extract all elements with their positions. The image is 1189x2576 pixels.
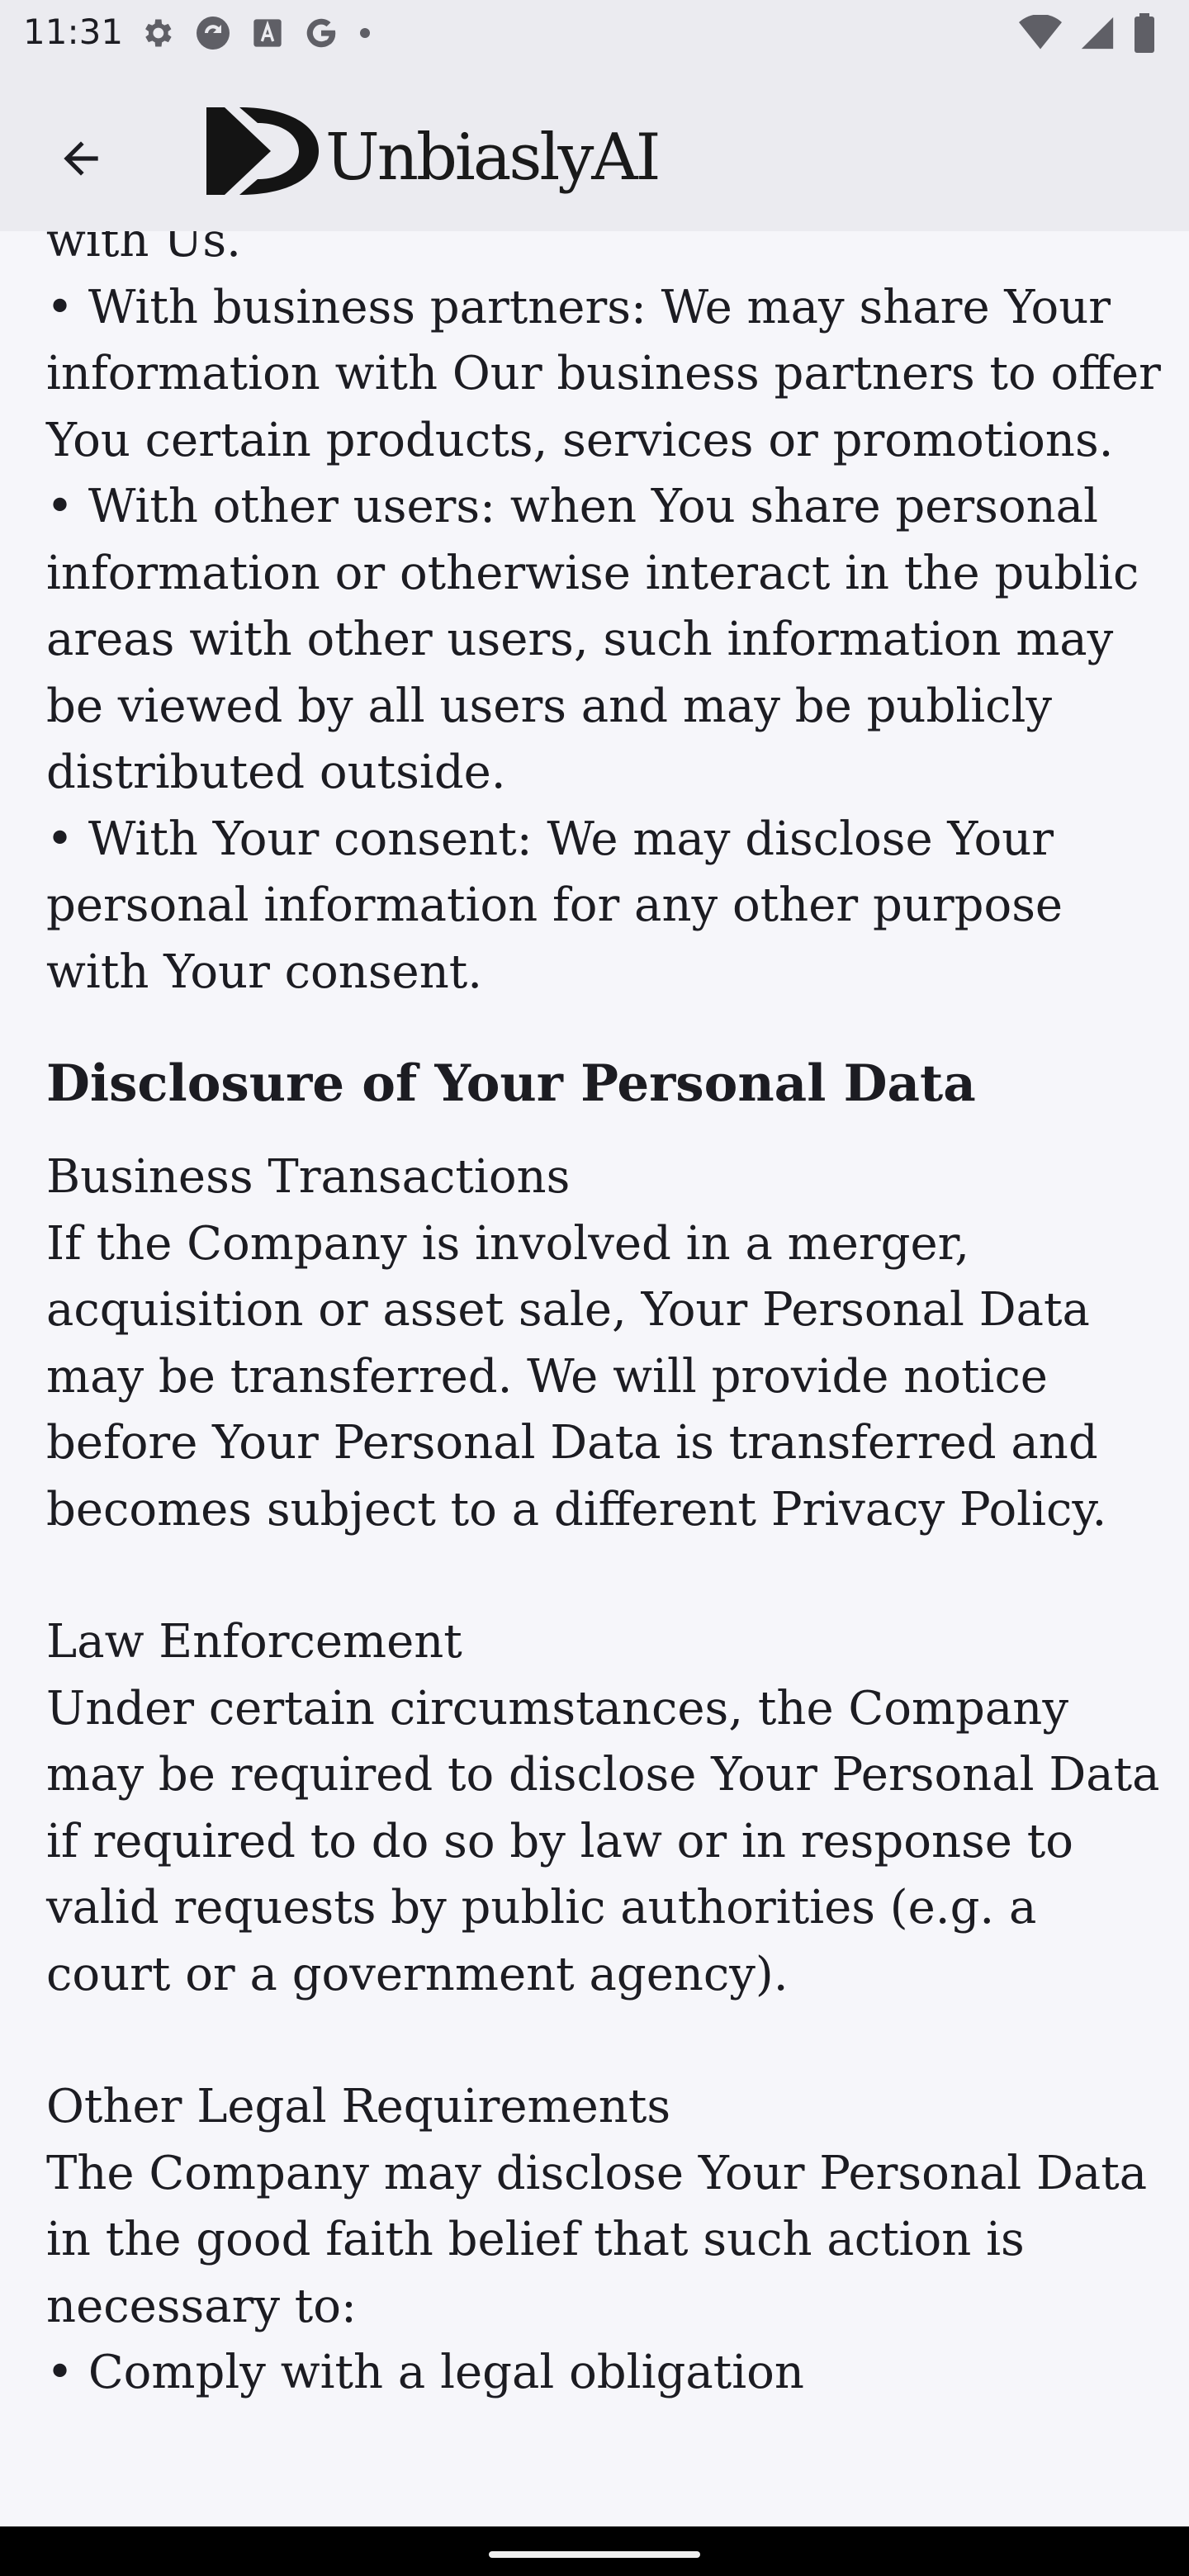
app-logo: UnbiaslyAI <box>206 97 661 205</box>
signal-icon <box>1081 17 1114 50</box>
status-system-icons <box>1019 13 1156 53</box>
back-button[interactable] <box>40 117 122 200</box>
arrow-back-icon <box>64 141 98 176</box>
subsection-body-legal: The Company may disclose Your Personal D… <box>46 2146 1148 2400</box>
status-notification-icons <box>139 13 372 53</box>
app-bar: UnbiaslyAI <box>0 69 1189 231</box>
logo-text: UnbiaslyAI <box>325 121 661 195</box>
status-time: 11:31 <box>23 12 124 52</box>
home-gesture-handle[interactable] <box>489 2551 700 2558</box>
section-heading: Disclosure of Your Personal Data <box>46 1054 976 1113</box>
google-icon <box>306 18 336 48</box>
sync-icon <box>197 17 230 50</box>
status-bar: 11:31 <box>0 0 1189 69</box>
font-icon <box>253 19 282 47</box>
logo-mark-icon <box>206 107 319 195</box>
settings-icon <box>145 19 172 47</box>
battery-icon <box>1135 13 1154 53</box>
subsection-body-law: Under certain circumstances, the Company… <box>46 1681 1160 2001</box>
wifi-icon <box>1019 15 1062 50</box>
sharing-list-text: with Us. • With business partners: We ma… <box>46 231 1161 999</box>
dot-icon <box>360 28 370 38</box>
subsection-title-legal: Other Legal Requirements <box>46 2080 671 2133</box>
subsection-body-business: If the Company is involved in a merger, … <box>46 1216 1107 1537</box>
subsection-title-law: Law Enforcement <box>46 1615 462 1669</box>
privacy-policy-content[interactable]: with Us. • With business partners: We ma… <box>0 231 1189 2526</box>
subsection-title-business: Business Transactions <box>46 1150 571 1204</box>
